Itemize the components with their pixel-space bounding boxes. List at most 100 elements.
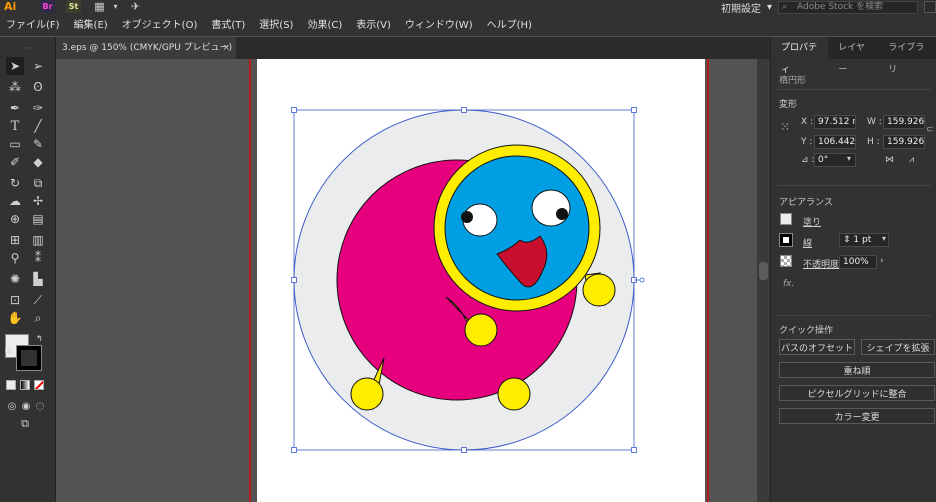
opacity-label[interactable]: 不透明度 (803, 257, 839, 270)
stepper-icon[interactable]: ⇕ (843, 235, 853, 245)
shaper-tool-icon[interactable]: ✐ (6, 153, 24, 171)
shape-builder-tool-icon[interactable]: ⊕ (6, 210, 24, 228)
h-field[interactable]: 159.926 (883, 135, 925, 149)
right-pupil[interactable] (556, 208, 568, 220)
scale-tool-icon[interactable]: ⧉ (29, 174, 47, 192)
menu-view[interactable]: 表示(V) (356, 16, 391, 31)
line-tool-icon[interactable]: ╱ (29, 117, 47, 135)
blend-tool-icon[interactable]: ⁑ (29, 249, 47, 267)
document-tab[interactable]: 3.eps @ 150% (CMYK/GPU プレビュー) × (56, 37, 236, 59)
arrange-button[interactable]: 重ね順 (779, 362, 935, 378)
menu-window[interactable]: ウィンドウ(W) (405, 16, 473, 31)
y-field[interactable]: 106.442 (814, 135, 856, 149)
selection-tool-icon[interactable]: ➤ (6, 57, 24, 75)
default-colors-icon[interactable]: ◪ (5, 346, 14, 355)
document-tab-bar: 3.eps @ 150% (CMYK/GPU プレビュー) × (56, 37, 770, 59)
lasso-tool-icon[interactable]: ʘ (29, 78, 47, 96)
chevron-down-icon[interactable]: ▾ (108, 0, 123, 13)
stock-button[interactable]: St (66, 0, 81, 13)
menu-file[interactable]: ファイル(F) (6, 16, 60, 31)
curvature-tool-icon[interactable]: ✑ (29, 99, 47, 117)
align-to-pixel-grid-button[interactable]: ピクセルグリッドに整合 (779, 385, 935, 401)
rectangle-tool-icon[interactable]: ▭ (6, 135, 24, 153)
eyedropper-tool-icon[interactable]: ⚲ (6, 249, 24, 267)
gradient-mode-button[interactable] (20, 380, 30, 390)
tab-libraries[interactable]: ライブラリ (878, 37, 936, 75)
zoom-tool-icon[interactable]: ⌕ (29, 309, 47, 327)
properties-panel: プロパティ レイヤー ライブラリ 楕円形 変形 ⁙ X : 97.512 r W… (770, 37, 936, 502)
workspace-switcher[interactable]: 初期設定 (721, 0, 761, 15)
stroke-label[interactable]: 線 (803, 236, 812, 249)
draw-inside-icon[interactable]: ◌ (31, 397, 49, 415)
mesh-tool-icon[interactable]: ⊞ (6, 231, 24, 249)
column-graph-tool-icon[interactable]: ▙ (29, 270, 47, 288)
yellow-foot-right[interactable] (497, 377, 531, 411)
fill-label[interactable]: 塗り (803, 215, 821, 228)
chevron-down-icon[interactable]: ▾ (882, 234, 886, 243)
right-eye[interactable] (531, 189, 571, 227)
left-pupil[interactable] (461, 211, 473, 223)
panel-grip-icon[interactable]: ⋯ (20, 39, 38, 57)
window-control-button[interactable] (924, 1, 936, 13)
document-tab-title: 3.eps @ 150% (CMYK/GPU プレビュー) (62, 43, 233, 53)
yellow-hand-right[interactable] (582, 273, 616, 307)
artboard-tool-icon[interactable]: ⊡ (6, 291, 24, 309)
stroke-color-swatch[interactable] (779, 233, 793, 247)
reference-point-icon[interactable]: ⁙ (780, 120, 790, 134)
eraser-tool-icon[interactable]: ◆ (29, 153, 47, 171)
gradient-tool-icon[interactable]: ▥ (29, 231, 47, 249)
close-icon[interactable]: × (222, 37, 230, 59)
chevron-down-icon[interactable]: ▾ (767, 2, 772, 13)
flip-horizontal-icon[interactable]: ⋈ (885, 155, 894, 165)
color-mode-button[interactable] (6, 380, 16, 390)
x-field[interactable]: 97.512 r (814, 115, 856, 129)
slice-tool-icon[interactable]: ⟋ (29, 291, 47, 309)
yellow-foot-left[interactable] (350, 377, 384, 411)
magic-wand-tool-icon[interactable]: ⁂ (6, 78, 24, 96)
chevron-down-icon[interactable]: ▾ (847, 154, 851, 163)
gpu-performance-icon[interactable]: ✈ (128, 0, 143, 13)
link-proportions-icon[interactable]: ⊂ (926, 125, 934, 135)
puppet-warp-tool-icon[interactable]: ✢ (29, 192, 47, 210)
menu-edit[interactable]: 編集(E) (74, 16, 108, 31)
fill-color-swatch[interactable] (780, 213, 792, 225)
stroke-swatch[interactable] (16, 345, 42, 371)
direct-selection-tool-icon[interactable]: ➢ (29, 57, 47, 75)
tab-properties[interactable]: プロパティ (771, 37, 829, 75)
type-tool-icon[interactable]: T (6, 117, 24, 135)
pie-widget[interactable] (639, 277, 645, 283)
w-field[interactable]: 159.926 (883, 115, 925, 129)
warp-tool-icon[interactable]: ☁ (6, 192, 24, 210)
symbol-sprayer-tool-icon[interactable]: ✺ (6, 270, 24, 288)
menu-type[interactable]: 書式(T) (211, 16, 245, 31)
rotate-tool-icon[interactable]: ↻ (6, 174, 24, 192)
tab-layers[interactable]: レイヤー (828, 37, 878, 75)
vertical-scrollbar[interactable] (757, 59, 770, 502)
menu-help[interactable]: ヘルプ(H) (487, 16, 532, 31)
yellow-hand-left[interactable] (464, 313, 498, 347)
none-mode-button[interactable] (34, 380, 44, 390)
recolor-button[interactable]: カラー変更 (779, 408, 935, 424)
opacity-field[interactable]: 100% (839, 255, 877, 269)
canvas-area[interactable] (56, 59, 770, 502)
expand-shape-button[interactable]: シェイプを拡張 (861, 339, 935, 355)
scroll-thumb[interactable] (759, 262, 768, 280)
swap-colors-icon[interactable]: ↰ (36, 334, 43, 343)
bridge-button[interactable]: Br (40, 0, 55, 13)
menu-effect[interactable]: 効果(C) (307, 16, 342, 31)
object-type-label: 楕円形 (779, 76, 807, 86)
pen-tool-icon[interactable]: ✒ (6, 99, 24, 117)
flip-vertical-icon[interactable]: ⩘ (909, 155, 914, 165)
menu-object[interactable]: オブジェクト(O) (122, 16, 198, 31)
stock-search-input[interactable]: ⌕ Adobe Stock を検索 (778, 0, 918, 14)
fx-button[interactable]: fx. (783, 279, 794, 289)
screen-mode-icon[interactable]: ⧉ (16, 415, 34, 433)
offset-path-button[interactable]: パスのオフセット (779, 339, 855, 355)
arrange-documents-icon[interactable]: ▦ (92, 0, 107, 13)
paintbrush-tool-icon[interactable]: ✎ (29, 135, 47, 153)
search-icon: ⌕ (782, 1, 788, 12)
menu-select[interactable]: 選択(S) (259, 16, 293, 31)
chevron-right-icon[interactable]: › (880, 256, 884, 266)
hand-tool-icon[interactable]: ✋ (6, 309, 24, 327)
perspective-grid-tool-icon[interactable]: ▤ (29, 210, 47, 228)
